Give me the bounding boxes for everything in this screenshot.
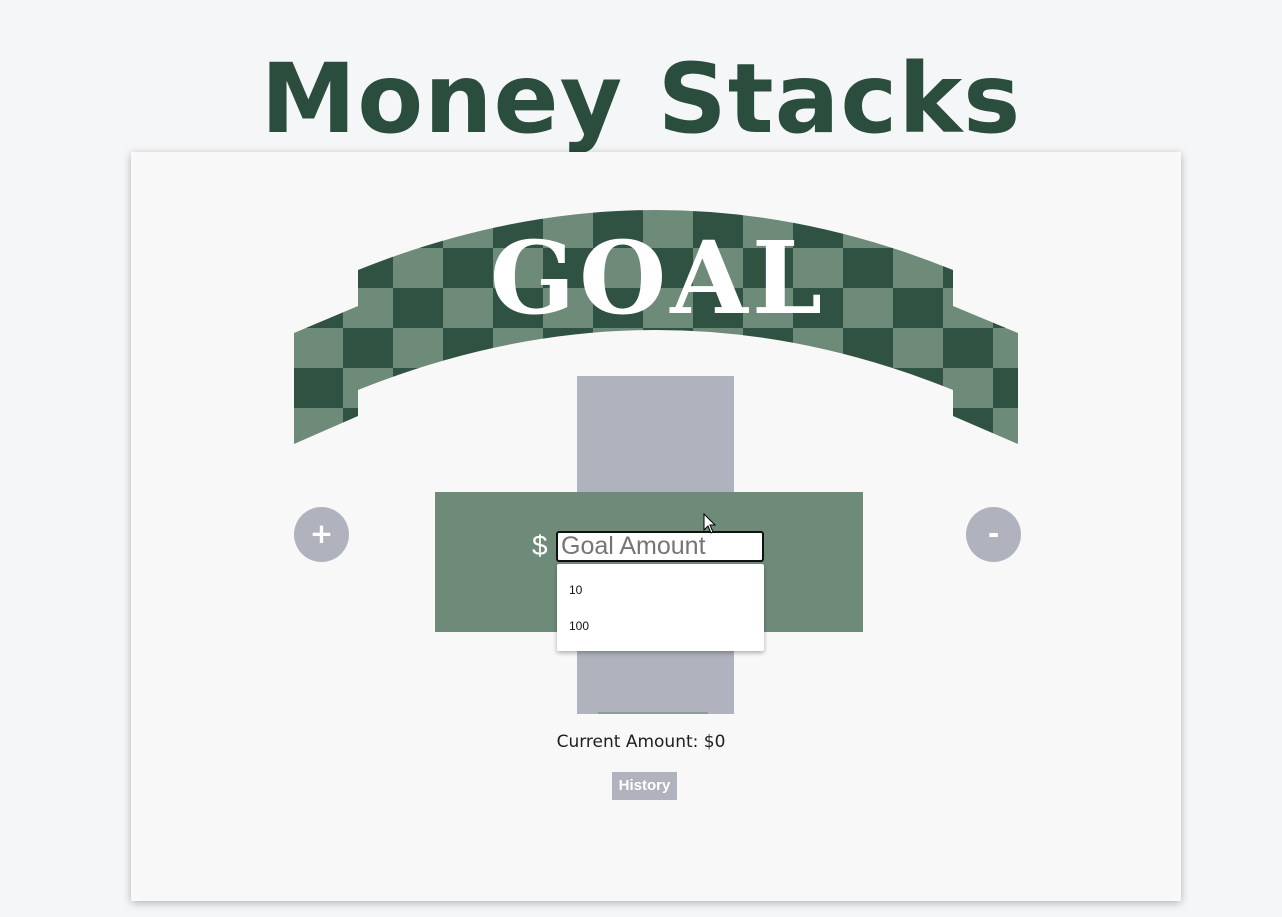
goal-amount-input[interactable] bbox=[556, 531, 764, 562]
stack-base-line bbox=[598, 712, 708, 714]
banner-text: GOAL bbox=[490, 219, 826, 337]
banner-right-tail bbox=[953, 306, 1018, 444]
autocomplete-option[interactable]: 10 bbox=[569, 583, 582, 597]
add-button[interactable]: + bbox=[294, 507, 349, 562]
history-button[interactable]: History bbox=[612, 772, 677, 800]
currency-symbol: $ bbox=[532, 530, 548, 561]
page-title: Money Stacks bbox=[260, 43, 1022, 155]
mouse-pointer-icon bbox=[703, 513, 717, 534]
autocomplete-option[interactable]: 100 bbox=[569, 619, 589, 633]
subtract-button[interactable]: - bbox=[966, 507, 1021, 562]
current-amount-text: Current Amount: $0 bbox=[556, 732, 726, 752]
autocomplete-dropdown: 10 100 bbox=[557, 564, 764, 651]
banner-left-tail bbox=[294, 306, 358, 444]
